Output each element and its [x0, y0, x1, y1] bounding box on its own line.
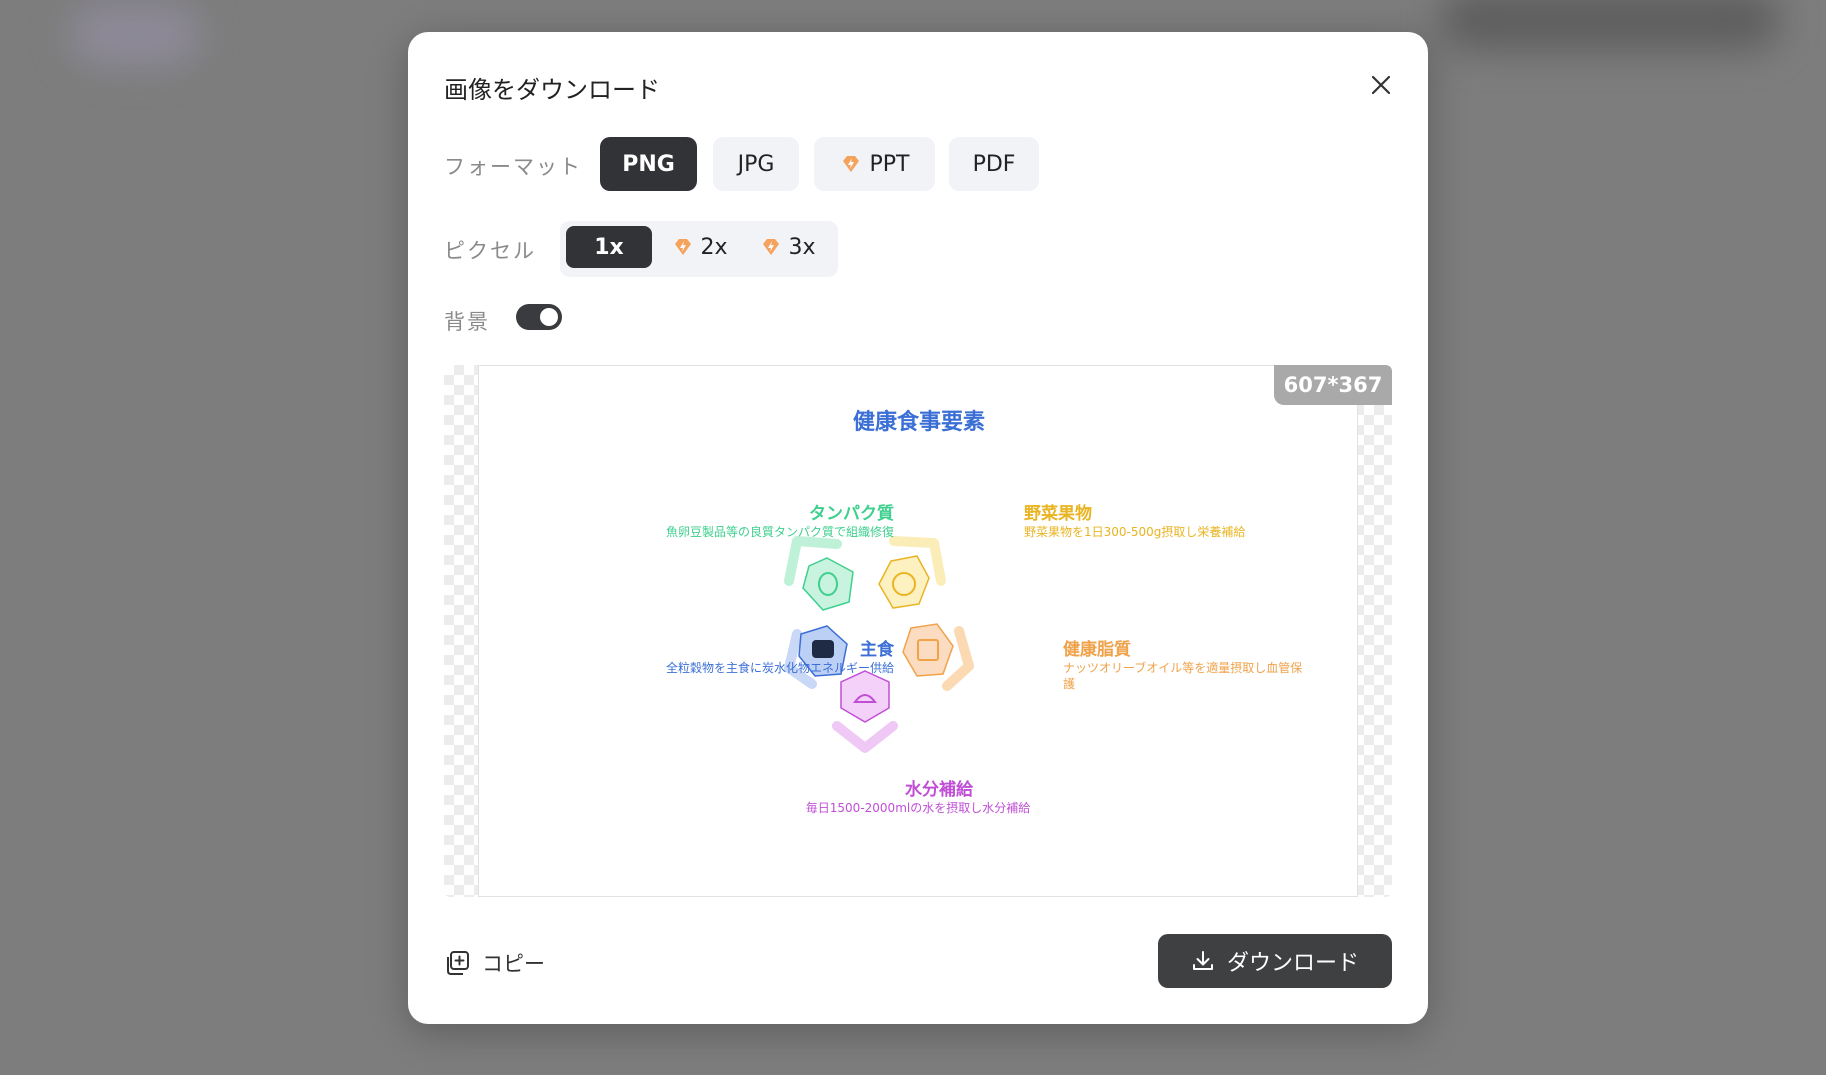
copy-icon — [447, 951, 469, 975]
format-png-label: PNG — [622, 151, 675, 177]
download-icon — [1192, 951, 1213, 970]
fat-bracket — [942, 626, 974, 691]
water-description: 毎日1500-2000mlの水を摂取し水分補給 — [805, 801, 1031, 815]
staple-heading: 主食 — [860, 640, 894, 660]
premium-gem-icon — [763, 239, 780, 255]
water-bracket — [832, 721, 898, 753]
premium-gem-icon — [842, 156, 859, 172]
image-size-badge: 607*367 — [1274, 365, 1392, 405]
copy-button[interactable]: コピー — [444, 945, 545, 981]
image-preview: 健康食事要素 タンパク質 魚卵豆製品等の良質タンパク質で組織修復 野菜果物 野菜… — [478, 365, 1358, 897]
vegetables-heading: 野菜果物 — [1024, 504, 1092, 524]
pixel-label: ピクセル — [444, 239, 536, 263]
pixel-2x-button[interactable]: 2x — [660, 226, 740, 268]
copy-label: コピー — [482, 952, 545, 976]
vegetables-pentagon — [878, 555, 930, 609]
protein-pentagon — [802, 557, 854, 611]
pixel-1x-label: 1x — [594, 234, 624, 260]
background-toggle[interactable] — [516, 304, 562, 330]
format-label: フォーマット — [444, 155, 582, 179]
format-ppt-label: PPT — [869, 151, 910, 177]
pixel-scale-selector: 1x 2x 3x — [560, 221, 838, 277]
pixel-1x-button[interactable]: 1x — [566, 226, 652, 268]
water-pentagon — [840, 670, 890, 723]
download-button[interactable]: ダウンロード — [1158, 934, 1392, 988]
protein-description: 魚卵豆製品等の良質タンパク質で組織修復 — [665, 525, 894, 539]
blurred-background-element — [70, 5, 200, 65]
format-png-button[interactable]: PNG — [600, 137, 697, 191]
vegetables-description: 野菜果物を1日300-500g摂取し栄養補給 — [1024, 525, 1246, 539]
toggle-knob — [540, 308, 558, 326]
format-pdf-button[interactable]: PDF — [949, 137, 1039, 191]
image-preview-area: 健康食事要素 タンパク質 魚卵豆製品等の良質タンパク質で組織修復 野菜果物 野菜… — [444, 365, 1392, 897]
preview-title: 健康食事要素 — [852, 410, 985, 435]
download-label: ダウンロード — [1226, 951, 1359, 976]
format-pdf-label: PDF — [972, 151, 1016, 177]
fat-pentagon — [902, 623, 954, 677]
water-heading: 水分補給 — [905, 780, 973, 800]
protein-heading: タンパク質 — [809, 504, 894, 524]
dialog-title: 画像をダウンロード — [444, 76, 660, 104]
pixel-2x-label: 2x — [700, 234, 728, 260]
format-jpg-label: JPG — [737, 151, 775, 177]
format-ppt-button[interactable]: PPT — [814, 137, 935, 191]
background-label: 背景 — [444, 310, 490, 334]
download-image-dialog: 画像をダウンロード フォーマット PNG JPG PPT PDF ピクセル 1x… — [408, 32, 1428, 1024]
pixel-3x-button[interactable]: 3x — [748, 226, 828, 268]
staple-description: 全粒穀物を主食に炭水化物エネルギー供給 — [665, 661, 894, 675]
pixel-3x-label: 3x — [788, 234, 816, 260]
premium-gem-icon — [675, 239, 692, 255]
blurred-background-element — [1440, 0, 1780, 50]
fat-heading: 健康脂質 — [1063, 640, 1131, 660]
format-jpg-button[interactable]: JPG — [713, 137, 799, 191]
fat-description: ナッツオリーブオイル等を適量摂取し血管保護 — [1063, 661, 1303, 691]
close-icon[interactable] — [1366, 70, 1396, 100]
